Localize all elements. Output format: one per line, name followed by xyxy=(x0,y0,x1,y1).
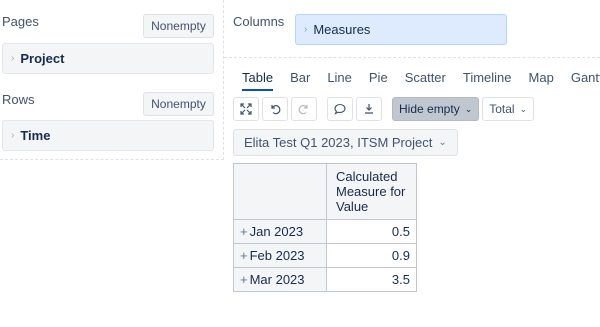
table-row: + Mar 2023 3.5 xyxy=(233,267,417,292)
rows-dimension-label: Time xyxy=(20,128,51,143)
table-row: + Jan 2023 0.5 xyxy=(233,219,417,244)
row-label: Mar 2023 xyxy=(249,272,305,287)
pages-dimension-label: Project xyxy=(20,51,65,66)
redo-button[interactable] xyxy=(291,97,317,121)
row-header-jan[interactable]: + Jan 2023 xyxy=(233,219,327,244)
hide-empty-label: Hide empty xyxy=(399,102,460,116)
tab-map[interactable]: Map xyxy=(529,70,554,91)
row-header-mar[interactable]: + Mar 2023 xyxy=(233,267,327,292)
chevron-right-icon: › xyxy=(11,130,15,141)
table-corner xyxy=(233,163,327,220)
tab-scatter[interactable]: Scatter xyxy=(405,70,446,91)
rows-label: Rows xyxy=(2,92,35,107)
table-cell: 3.5 xyxy=(326,267,417,292)
hide-empty-button[interactable]: Hide empty ⌄ xyxy=(392,97,480,121)
results-table: Calculated Measure for Value + Jan 2023 0… xyxy=(233,163,417,292)
pages-dimension-project[interactable]: › Project xyxy=(2,43,214,74)
undo-icon xyxy=(271,105,281,115)
chevron-right-icon: › xyxy=(304,24,308,35)
row-label: Feb 2023 xyxy=(249,248,305,263)
columns-dimension-label: Measures xyxy=(313,22,371,37)
rows-dimension-time[interactable]: › Time xyxy=(2,120,214,151)
comment-button[interactable] xyxy=(327,97,353,121)
tab-pie[interactable]: Pie xyxy=(369,70,388,91)
fullscreen-icon xyxy=(240,103,252,115)
column-header[interactable]: Calculated Measure for Value xyxy=(326,163,417,220)
row-label: Jan 2023 xyxy=(249,224,304,239)
total-button[interactable]: Total ⌄ xyxy=(482,97,535,121)
page-selector[interactable]: Elita Test Q1 2023, ITSM Project ⌄ xyxy=(233,129,458,156)
columns-area: Columns › Measures xyxy=(224,0,600,58)
left-panel: Pages Nonempty › Project Rows Nonempty ›… xyxy=(0,0,224,160)
row-header-feb[interactable]: + Feb 2023 xyxy=(233,243,327,268)
redo-icon xyxy=(298,105,308,115)
table-cell: 0.9 xyxy=(326,243,417,268)
table-header-row: Calculated Measure for Value xyxy=(233,163,417,220)
pages-nonempty-button[interactable]: Nonempty xyxy=(143,14,214,38)
pages-label: Pages xyxy=(2,14,39,29)
view-tabs: Table Bar Line Pie Scatter Timeline Map … xyxy=(242,70,600,91)
tab-timeline[interactable]: Timeline xyxy=(463,70,512,91)
fullscreen-button[interactable] xyxy=(233,97,259,121)
export-icon xyxy=(365,104,373,114)
chevron-right-icon: › xyxy=(11,53,15,64)
table-row: + Feb 2023 0.9 xyxy=(233,243,417,268)
table-cell: 0.5 xyxy=(326,219,417,244)
expand-icon[interactable]: + xyxy=(240,248,248,263)
page-selector-value: Elita Test Q1 2023, ITSM Project xyxy=(244,135,433,150)
tab-bar[interactable]: Bar xyxy=(290,70,310,91)
chevron-down-icon: ⌄ xyxy=(519,103,528,114)
undo-button[interactable] xyxy=(262,97,288,121)
columns-dimension-measures[interactable]: › Measures xyxy=(295,14,507,45)
toolbar: Hide empty ⌄ Total ⌄ xyxy=(233,97,535,121)
comment-icon xyxy=(334,103,346,115)
chevron-down-icon: ⌄ xyxy=(438,137,447,148)
expand-icon[interactable]: + xyxy=(240,272,248,287)
columns-label: Columns xyxy=(233,14,285,29)
expand-icon[interactable]: + xyxy=(240,224,248,239)
chevron-down-icon: ⌄ xyxy=(464,103,473,114)
total-label: Total xyxy=(489,102,515,116)
tab-table[interactable]: Table xyxy=(242,70,274,91)
export-button[interactable] xyxy=(356,97,382,121)
rows-nonempty-button[interactable]: Nonempty xyxy=(143,92,214,116)
tab-gantt[interactable]: Gantt xyxy=(571,70,600,91)
tab-line[interactable]: Line xyxy=(327,70,352,91)
